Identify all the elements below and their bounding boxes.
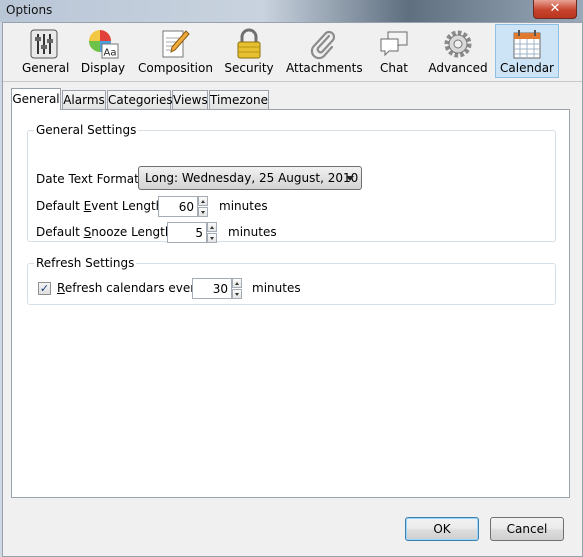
toolbar-item-general[interactable]: General [21, 24, 70, 78]
refresh-interval-stepper[interactable] [192, 278, 242, 299]
close-button[interactable]: ✕ [533, 0, 577, 19]
tab-views[interactable]: Views [172, 90, 208, 109]
toolbar-item-security[interactable]: Security [223, 24, 275, 78]
event-length-input[interactable] [158, 196, 198, 217]
title-bar: Options ✕ [0, 0, 583, 22]
toolbar-item-label: Composition [138, 61, 213, 75]
tab-timezone[interactable]: Timezone [209, 90, 269, 109]
chevron-down-icon [346, 176, 354, 181]
event-length-stepper[interactable] [158, 196, 208, 217]
tab-alarms[interactable]: Alarms [62, 90, 106, 109]
toolbar-item-advanced[interactable]: Advanced [427, 24, 489, 78]
decrement-button[interactable] [207, 233, 217, 243]
refresh-interval-unit: minutes [252, 281, 301, 295]
snooze-length-input[interactable] [167, 222, 207, 243]
refresh-settings-legend: Refresh Settings [36, 256, 135, 270]
date-text-format-dropdown[interactable]: Long: Wednesday, 25 August, 2010 [138, 166, 362, 190]
increment-button[interactable] [207, 222, 217, 232]
default-snooze-length-label: Default Snooze Length: [36, 225, 177, 239]
window-title: Options [6, 3, 53, 17]
sliders-icon [30, 29, 58, 59]
toolbar-item-label: Security [224, 61, 274, 75]
options-window: General Aa Display Composition Security … [2, 22, 583, 557]
refresh-calendars-label: Refresh calendars every [57, 281, 203, 295]
padlock-icon [237, 28, 261, 59]
date-text-format-value: Long: Wednesday, 25 August, 2010 [145, 171, 359, 185]
notepad-pencil-icon [162, 30, 190, 58]
refresh-interval-input[interactable] [192, 278, 232, 299]
decrement-button[interactable] [232, 289, 242, 299]
tab-panel-general: General Settings Date Text Format: Long:… [11, 109, 570, 498]
default-event-length-label: Default Event Length: [36, 199, 168, 213]
gear-icon [444, 30, 472, 58]
toolbar-item-label: Advanced [428, 61, 488, 75]
event-length-unit: minutes [219, 199, 268, 213]
snooze-length-stepper[interactable] [167, 222, 217, 243]
toolbar-item-label: Attachments [286, 61, 363, 75]
toolbar-item-label: Display [80, 61, 126, 75]
preferences-toolbar: General Aa Display Composition Security … [3, 23, 582, 82]
increment-button[interactable] [232, 278, 242, 288]
toolbar-item-calendar[interactable]: Calendar [495, 24, 559, 78]
paperclip-icon [310, 30, 336, 60]
increment-button[interactable] [198, 196, 208, 206]
toolbar-item-composition[interactable]: Composition [137, 24, 213, 78]
refresh-checkbox[interactable]: ✓ [38, 282, 51, 295]
date-text-format-label: Date Text Format: [36, 172, 143, 186]
toolbar-item-label: Chat [379, 61, 409, 75]
toolbar-item-label: Calendar [500, 61, 554, 75]
toolbar-item-display[interactable]: Aa Display [77, 24, 129, 78]
snooze-length-unit: minutes [228, 225, 277, 239]
cancel-button[interactable]: Cancel [490, 517, 564, 541]
ok-button[interactable]: OK [405, 517, 479, 541]
decrement-button[interactable] [198, 207, 208, 217]
svg-text:Aa: Aa [104, 48, 117, 59]
general-settings-legend: General Settings [36, 123, 137, 137]
toolbar-item-chat[interactable]: Chat [371, 24, 417, 78]
color-text-icon: Aa [89, 30, 119, 59]
calendar-icon [513, 30, 541, 59]
tab-general[interactable]: General [11, 88, 61, 110]
tab-categories[interactable]: Categories [107, 90, 173, 109]
chat-bubbles-icon [380, 31, 408, 57]
toolbar-item-attachments[interactable]: Attachments [285, 24, 363, 78]
toolbar-item-label: General [22, 61, 70, 75]
